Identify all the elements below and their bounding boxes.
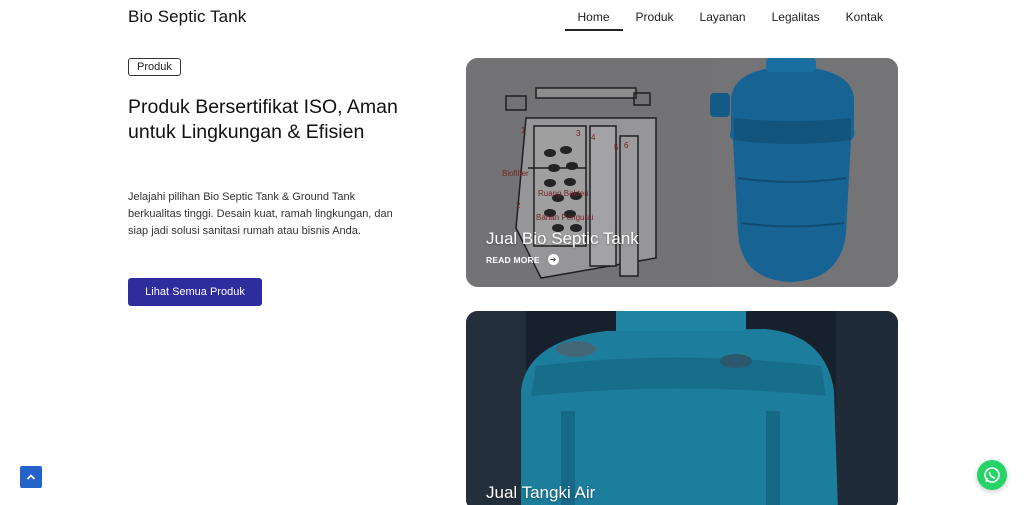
card-title[interactable]: Jual Bio Septic Tank xyxy=(486,229,639,249)
card-overlay xyxy=(466,58,898,287)
site-brand[interactable]: Bio Septic Tank xyxy=(128,7,246,27)
chevron-up-icon xyxy=(26,474,36,480)
main-nav: Home Produk Layanan Legalitas Kontak xyxy=(564,9,897,31)
nav-layanan[interactable]: Layanan xyxy=(687,9,759,31)
hero-headline: Produk Bersertifikat ISO, Aman untuk Lin… xyxy=(128,96,398,143)
nav-home[interactable]: Home xyxy=(564,9,623,31)
read-more-label: READ MORE xyxy=(486,254,540,265)
section-badge: Produk xyxy=(128,58,181,76)
nav-produk[interactable]: Produk xyxy=(623,9,687,31)
product-card-water-tank[interactable]: Jual Tangki Air xyxy=(466,311,898,505)
whatsapp-icon xyxy=(984,467,1000,483)
read-more-link[interactable]: READ MORE ➜ xyxy=(486,254,559,265)
hero-description: Jelajahi pilihan Bio Septic Tank & Groun… xyxy=(128,191,393,237)
arrow-circle-right-icon: ➜ xyxy=(547,254,559,265)
view-all-products-button[interactable]: Lihat Semua Produk xyxy=(128,278,262,306)
nav-kontak[interactable]: Kontak xyxy=(833,9,896,31)
scroll-top-button[interactable] xyxy=(20,466,42,488)
card-title[interactable]: Jual Tangki Air xyxy=(486,483,595,503)
site-header: Bio Septic Tank Home Produk Layanan Lega… xyxy=(0,0,1024,38)
card-overlay xyxy=(466,311,898,505)
product-card-septic[interactable]: 1 2 3 4 5 6 Biofilter Ruang Bakteri Baha… xyxy=(466,58,898,287)
whatsapp-button[interactable] xyxy=(977,460,1007,490)
nav-legalitas[interactable]: Legalitas xyxy=(759,9,833,31)
